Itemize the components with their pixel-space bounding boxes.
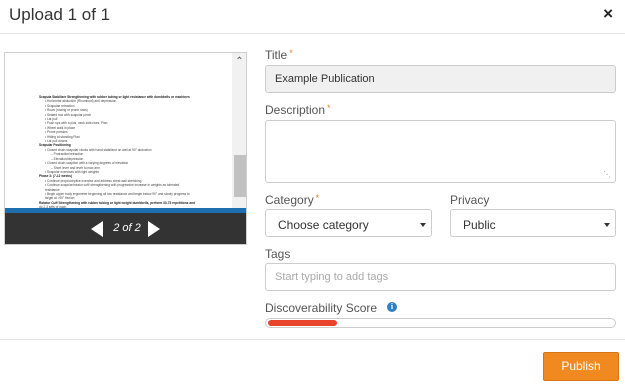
info-icon[interactable]: i (387, 302, 397, 312)
required-marker: * (327, 103, 331, 113)
discoverability-score-bar (265, 318, 616, 328)
caret-down-icon (604, 223, 610, 227)
category-label: Category * (265, 193, 319, 207)
preview-page-text: Scapula Stabilizer Strengthening with ru… (39, 95, 225, 213)
category-label-text: Category (265, 193, 314, 207)
next-page-icon[interactable] (148, 221, 160, 237)
footer-divider (0, 339, 625, 340)
preview-scrollbar-thumb[interactable] (234, 155, 246, 197)
previous-page-icon[interactable] (91, 221, 103, 237)
page-indicator: 2 of 2 (113, 222, 141, 234)
publish-button[interactable]: Publish (543, 352, 619, 381)
title-label-text: Title (265, 48, 288, 62)
description-textarea[interactable] (265, 120, 616, 183)
scroll-up-icon[interactable]: ⌃ (233, 56, 246, 67)
description-label-text: Description (265, 103, 326, 117)
resize-grip-icon[interactable]: ⋱ (603, 170, 613, 180)
modal-header: Upload 1 of 1 × (0, 0, 625, 34)
close-button[interactable]: × (603, 5, 613, 22)
tags-input[interactable] (265, 263, 616, 291)
privacy-select[interactable]: Public (450, 209, 616, 237)
category-select-value: Choose category (278, 218, 369, 232)
modal-title: Upload 1 of 1 (9, 5, 111, 24)
description-label: Description * (265, 103, 331, 117)
preview-page: Scapula Stabilizer Strengthening with ru… (5, 53, 232, 213)
privacy-select-value: Public (463, 218, 496, 232)
tags-label: Tags (265, 247, 291, 261)
required-marker: * (289, 48, 293, 58)
category-select[interactable]: Choose category (265, 209, 432, 237)
discoverability-score-label: Discoverability Score (265, 301, 378, 315)
title-label: Title * (265, 48, 293, 62)
required-marker: * (315, 193, 320, 203)
privacy-label: Privacy (450, 193, 490, 207)
document-preview: Scapula Stabilizer Strengthening with ru… (4, 52, 247, 245)
caret-down-icon (420, 223, 426, 227)
title-input[interactable]: Example Publication (265, 65, 616, 93)
preview-pager: 2 of 2 (5, 213, 246, 244)
discoverability-score-fill (268, 320, 337, 326)
